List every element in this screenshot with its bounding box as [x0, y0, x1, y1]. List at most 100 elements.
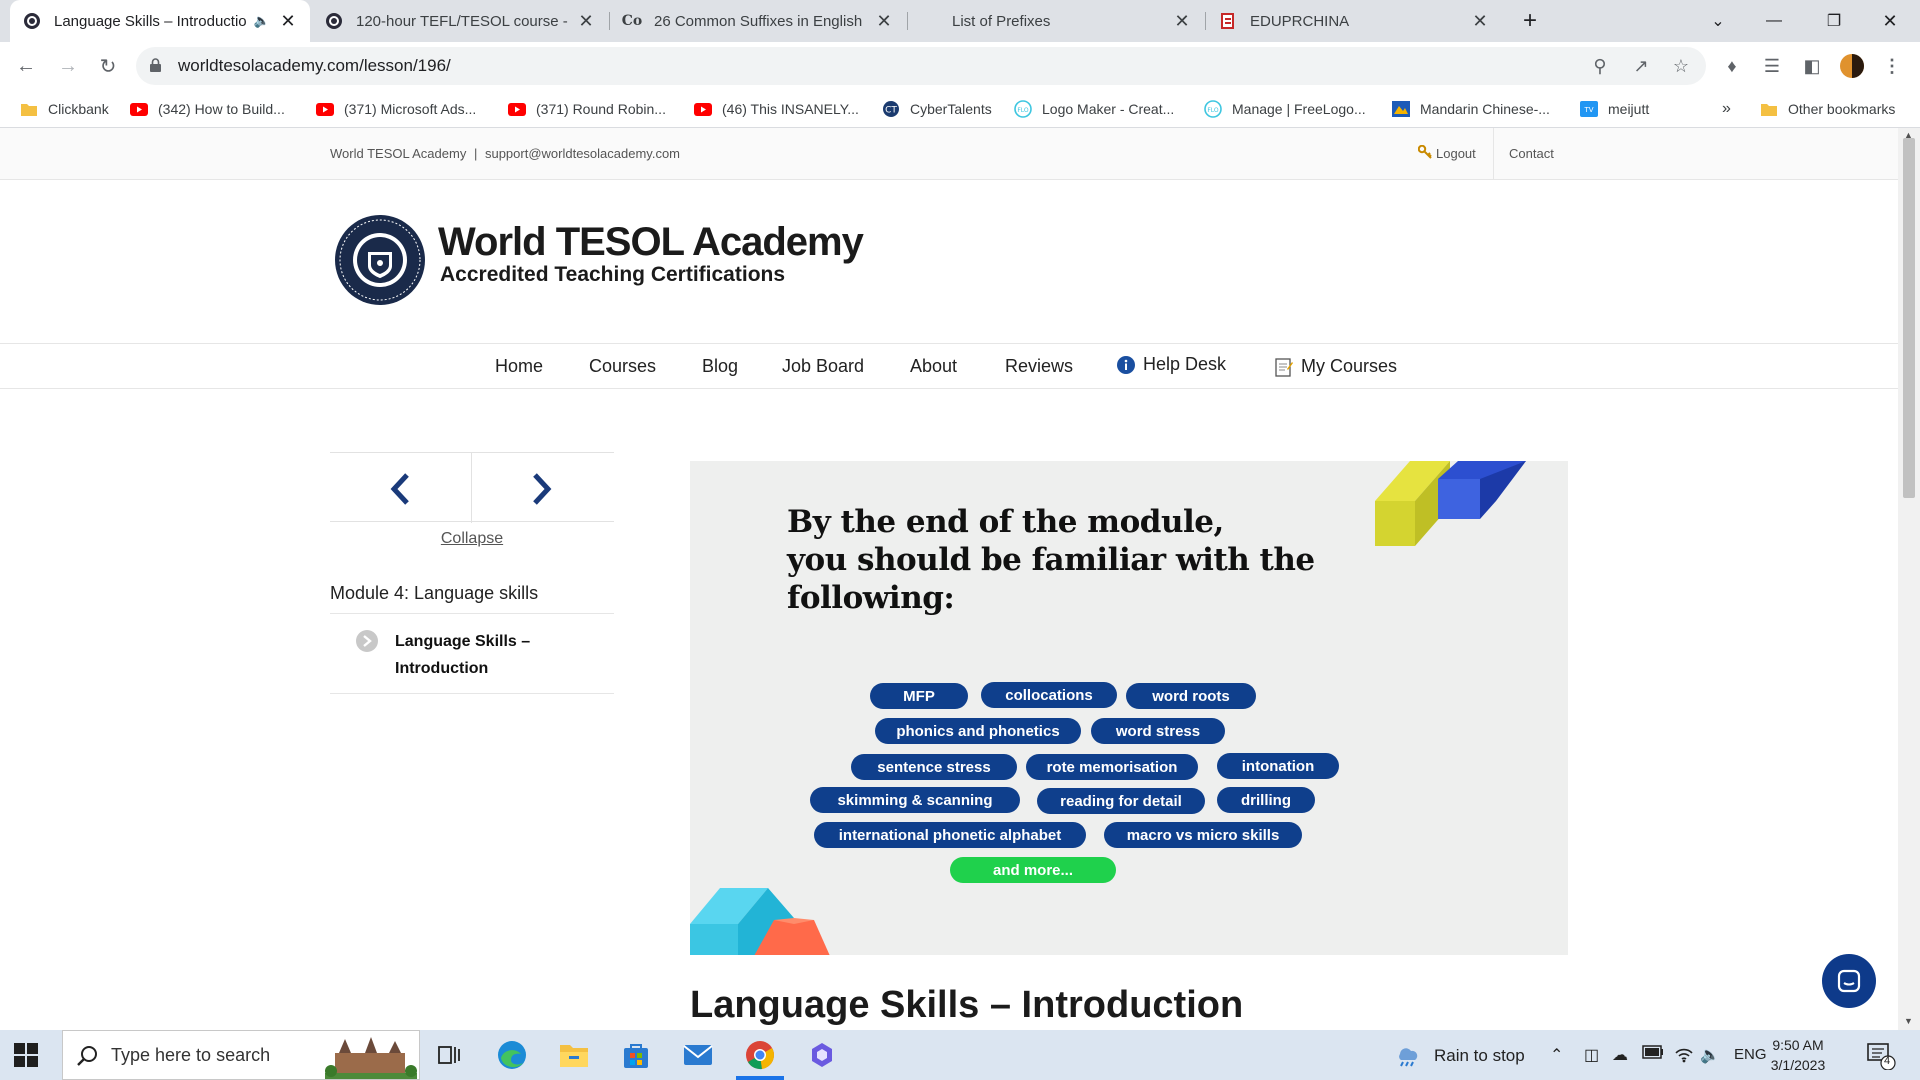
bookmark-cybertalents[interactable]: CT CyberTalents: [882, 97, 992, 121]
wifi-icon[interactable]: [1674, 1045, 1694, 1068]
url-text[interactable]: worldtesolacademy.com/lesson/196/: [178, 56, 451, 76]
chrome-icon[interactable]: [744, 1039, 776, 1071]
contact-link[interactable]: Contact: [1509, 146, 1554, 161]
nav-job-board[interactable]: Job Board: [782, 356, 864, 377]
device-icon[interactable]: ◫: [1584, 1045, 1599, 1065]
key-icon: [1417, 144, 1432, 162]
tag-pill: rote memorisation: [1026, 754, 1198, 780]
scrollbar-thumb[interactable]: [1903, 138, 1915, 498]
bookmark-logo-maker[interactable]: FLO Logo Maker - Creat...: [1014, 97, 1174, 121]
bookmark-meijutt[interactable]: TV meijutt: [1580, 97, 1649, 121]
minimize-button[interactable]: —: [1746, 0, 1802, 42]
share-icon[interactable]: ↗: [1630, 55, 1652, 77]
brand-name[interactable]: World TESOL Academy: [438, 220, 864, 265]
tab-title: EDUPRCHINA: [1250, 12, 1350, 30]
copilot-app-icon[interactable]: [806, 1039, 838, 1071]
nav-courses[interactable]: Courses: [589, 356, 656, 377]
profile-avatar[interactable]: [1840, 54, 1864, 78]
nav-blog[interactable]: Blog: [702, 356, 738, 377]
mail-icon[interactable]: [682, 1039, 714, 1071]
media-control-icon[interactable]: ☰: [1760, 54, 1784, 78]
bookmark-label: Logo Maker - Creat...: [1042, 101, 1175, 117]
side-panel-icon[interactable]: ◧: [1800, 54, 1824, 78]
weather-text[interactable]: Rain to stop: [1434, 1046, 1525, 1066]
academy-seal-logo[interactable]: [334, 214, 426, 306]
main-nav: Home Courses Blog Job Board About Review…: [0, 343, 1898, 389]
zoom-icon[interactable]: ⚲: [1589, 55, 1611, 77]
close-tab-icon[interactable]: ✕: [1172, 11, 1192, 32]
heading-line: you should be familiar with the: [787, 542, 1315, 578]
reload-icon[interactable]: ↻: [92, 50, 124, 82]
file-explorer-icon[interactable]: [558, 1039, 590, 1071]
svg-text:FLO: FLO: [1207, 107, 1219, 114]
back-icon[interactable]: ←: [10, 50, 42, 82]
chat-launcher-button[interactable]: [1822, 954, 1876, 1008]
site-favicon-icon: [324, 11, 344, 31]
tab-suffixes[interactable]: Co 26 Common Suffixes in English (V ✕: [610, 0, 906, 42]
org-name: World TESOL Academy: [330, 146, 467, 161]
windows-start-icon[interactable]: [14, 1043, 38, 1067]
volume-icon[interactable]: 🔈: [1700, 1045, 1720, 1065]
task-view-icon[interactable]: [434, 1039, 466, 1071]
omnibox[interactable]: worldtesolacademy.com/lesson/196/ ⚲ ↗ ☆: [136, 47, 1706, 85]
battery-icon[interactable]: [1642, 1045, 1664, 1064]
bookmark-freelogo[interactable]: FLO Manage | FreeLogo...: [1204, 97, 1366, 121]
tab-search-icon[interactable]: ⌄: [1690, 0, 1746, 42]
forward-icon[interactable]: →: [52, 50, 84, 82]
taskbar-search-box[interactable]: Type here to search: [62, 1030, 420, 1080]
nav-help-desk[interactable]: Help Desk: [1117, 354, 1226, 375]
nav-about[interactable]: About: [910, 356, 957, 377]
clock[interactable]: 9:50 AM 3/1/2023: [1752, 1035, 1844, 1075]
new-tab-button[interactable]: +: [1502, 0, 1558, 42]
edge-icon[interactable]: [496, 1039, 528, 1071]
youtube-icon: [694, 102, 712, 116]
chevron-up-icon[interactable]: ⌃: [1550, 1045, 1563, 1065]
nav-my-courses[interactable]: My Courses: [1275, 356, 1397, 377]
next-lesson-button[interactable]: [522, 469, 562, 509]
menu-kebab-icon[interactable]: ⋮: [1880, 54, 1904, 78]
sidebar-lesson-item[interactable]: Language Skills – Introduction: [330, 614, 614, 694]
youtube-icon: [316, 102, 334, 116]
audio-playing-icon[interactable]: 🔈: [254, 13, 270, 29]
onedrive-cloud-icon[interactable]: ☁: [1612, 1045, 1628, 1065]
close-tab-icon[interactable]: ✕: [874, 11, 894, 32]
bookmark-label: Other bookmarks: [1788, 101, 1896, 117]
tab-eduprchina[interactable]: EDUPRCHINA ✕: [1206, 0, 1502, 42]
tab-language-skills[interactable]: Language Skills – Introductio 🔈 ✕: [10, 0, 310, 42]
scroll-down-icon[interactable]: ▼: [1904, 1016, 1913, 1026]
close-tab-icon[interactable]: ✕: [1470, 11, 1490, 32]
support-email[interactable]: support@worldtesolacademy.com: [485, 146, 680, 161]
bookmark-youtube-4[interactable]: (46) This INSANELY...: [694, 97, 859, 121]
tag-pill: reading for detail: [1037, 788, 1205, 814]
page-scrollbar[interactable]: ▲ ▼: [1898, 128, 1920, 1030]
bookmark-clickbank[interactable]: Clickbank: [20, 97, 109, 121]
lock-icon[interactable]: [150, 58, 161, 72]
bookmark-youtube-2[interactable]: (371) Microsoft Ads...: [316, 97, 476, 121]
bookmark-youtube-1[interactable]: (342) How to Build...: [130, 97, 285, 121]
tab-prefixes[interactable]: List of Prefixes ✕: [908, 0, 1204, 42]
nav-home[interactable]: Home: [495, 356, 543, 377]
collapse-link[interactable]: Collapse: [330, 530, 614, 548]
tag-pill: macro vs micro skills: [1104, 822, 1302, 848]
extensions-icon[interactable]: ♦: [1720, 54, 1744, 78]
close-tab-icon[interactable]: ✕: [576, 11, 596, 32]
bookmark-star-icon[interactable]: ☆: [1670, 55, 1692, 77]
restore-button[interactable]: ❐: [1806, 0, 1862, 42]
previous-lesson-button[interactable]: [380, 469, 420, 509]
bookmark-mandarin[interactable]: Mandarin Chinese-...: [1392, 97, 1550, 121]
weather-icon[interactable]: [1394, 1040, 1422, 1073]
close-tab-icon[interactable]: ✕: [278, 11, 298, 32]
edu-favicon-icon: [1218, 11, 1238, 31]
bookmark-other[interactable]: Other bookmarks: [1760, 97, 1895, 121]
tab-tefl-course[interactable]: 120-hour TEFL/TESOL course - W ✕: [312, 0, 608, 42]
microsoft-store-icon[interactable]: [620, 1039, 652, 1071]
bookmark-youtube-3[interactable]: (371) Round Robin...: [508, 97, 666, 121]
close-window-button[interactable]: ✕: [1862, 0, 1918, 42]
logout-link[interactable]: Logout: [1417, 144, 1476, 162]
module-title[interactable]: Module 4: Language skills: [330, 574, 614, 614]
bookmarks-overflow[interactable]: »: [1722, 97, 1731, 121]
notifications-icon[interactable]: 4: [1866, 1042, 1896, 1075]
heading-line: following:: [787, 580, 955, 616]
nav-reviews[interactable]: Reviews: [1005, 356, 1073, 377]
sidebar-lesson-label: Language Skills – Introduction: [395, 633, 531, 677]
